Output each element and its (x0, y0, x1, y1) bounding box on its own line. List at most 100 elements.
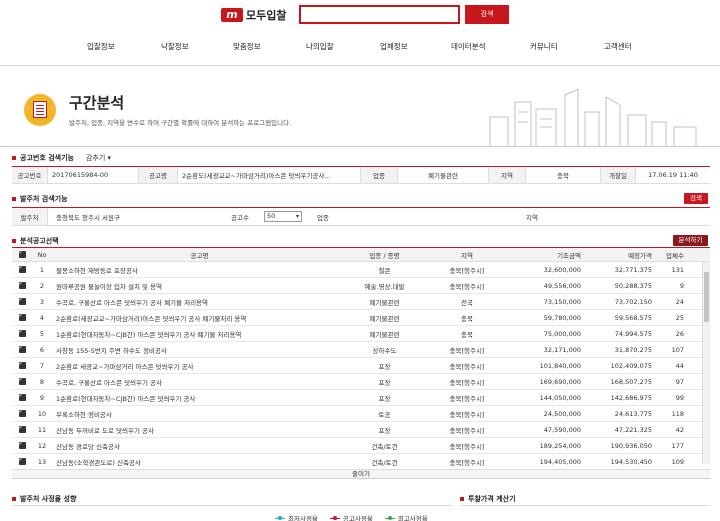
row-base-price: 24,500,000 (543, 409, 581, 418)
row-company-count: 25 (675, 313, 684, 322)
row-base-price: 144,050,000 (539, 393, 581, 402)
notice-no-label: 공고번호 (12, 167, 48, 183)
row-checkbox[interactable] (12, 266, 32, 274)
row-category: 폐기물관련 (369, 314, 400, 323)
row-category: 포장 (378, 378, 391, 387)
analyze-button[interactable]: 분석하기 (673, 235, 708, 246)
row-notice-name[interactable]: 1순환로(현대자동차~CJB간) 아스콘 덧씌우기 공사 폐기물 처리용역 (52, 329, 347, 339)
row-notice-name[interactable]: 산남동(소학경관도로) 신축공사 (52, 457, 347, 467)
row-base-price: 47,590,000 (543, 425, 581, 434)
orderer-search-heading: 발주처 검색기능 (12, 194, 68, 204)
row-base-price: 75,000,000 (543, 329, 581, 338)
row-checkbox[interactable] (12, 410, 32, 418)
select-all-checkbox[interactable] (12, 251, 32, 259)
row-notice-name[interactable]: 2순환로(세광교교~가마삼거리)아스콘 덧씌우기 공사 폐기물처리 용역 (52, 313, 347, 323)
table-row[interactable]: 11 산남동 두꺼비로 도로 덧씌우기 공사 포장 충북[청주시] 47,590,000… (12, 422, 710, 438)
count-select-value: 50 (267, 212, 276, 220)
open-date-value: 17.06.19 11:40 (648, 171, 698, 179)
category-value: 폐기물관련 (428, 172, 458, 180)
row-category: 폐기물관련 (369, 298, 400, 307)
count-select[interactable]: 50 (264, 211, 302, 222)
table-row[interactable]: 13 산남동(소학경관도로) 신축공사 건축/토건 충북[청주시] 194,405,00… (12, 454, 710, 470)
row-checkbox[interactable] (12, 346, 32, 354)
row-company-count: 177 (671, 441, 684, 450)
nav-item-award-info[interactable]: 낙찰정보 (161, 41, 189, 52)
row-notice-name[interactable]: 산남동 두꺼비로 도로 덧씌우기 공사 (52, 425, 347, 435)
nav-item-bid-info[interactable]: 입찰정보 (87, 41, 115, 52)
legend-notice-label: 공고사정율 (342, 515, 373, 521)
row-checkbox[interactable] (12, 314, 32, 322)
row-checkbox[interactable] (12, 298, 32, 306)
search-button[interactable]: 검색 (465, 5, 509, 24)
row-checkbox[interactable] (12, 362, 32, 370)
row-company-count: 97 (675, 377, 684, 386)
orderer-search-title: 발주처 검색기능 (20, 195, 68, 203)
checkbox-checked-icon (18, 362, 26, 369)
region-label: 지역 (488, 167, 526, 183)
row-company-count: 24 (675, 297, 684, 306)
nav-item-community[interactable]: 커뮤니티 (530, 41, 558, 52)
table-row[interactable]: 5 1순환로(현대자동차~CJB간) 아스콘 덧씌우기 공사 폐기물 처리용역 폐기… (12, 326, 710, 342)
notice-name-value[interactable]: 2순환도(세광교교~가마삼거리)아스콘 덧씌우기공사... (178, 167, 360, 183)
row-expected-price: 102,409,075 (610, 361, 652, 370)
notice-search-heading: 공고번호 검색기능 감추기 ▾ (12, 153, 111, 163)
selection-title: 분석공고선택 (20, 237, 59, 245)
table-row[interactable]: 4 2순환로(세광교교~가마삼거리)아스콘 덧씌우기 공사 폐기물처리 용역 폐기물… (12, 310, 710, 326)
row-notice-name[interactable]: 수곡로, 구룡산로 아스콘 덧씌우기 공사 (52, 377, 347, 387)
nav-item-data-analysis[interactable]: 데이터분석 (451, 41, 486, 52)
notice-info-row: 공고번호 20170615984-00 공고명 2순환도(세광교교~가마삼거리)… (12, 166, 710, 184)
table-row[interactable]: 1 팔봉소하천 재방동로 포장공사 철콘 충북[청주시] 32,600,000 32,77… (12, 262, 710, 278)
row-notice-name[interactable]: 팔봉소하천 재방동로 포장공사 (52, 265, 347, 275)
row-notice-name[interactable]: 산남동 경로당 신축공사 (52, 441, 347, 451)
row-notice-name[interactable]: 우록소하천 정비공사 (52, 409, 347, 419)
col-region: 지역 (461, 251, 473, 260)
row-company-count: 42 (675, 425, 684, 434)
checkbox-checked-icon (18, 394, 26, 401)
row-notice-name[interactable]: 사창동 155-5번지 주변 하수도 정비공사 (52, 345, 347, 355)
row-category: 포장 (378, 394, 391, 403)
orderer-search-button[interactable]: 검색 (684, 193, 708, 204)
hide-toggle[interactable]: 감추기 ▾ (86, 153, 111, 163)
selection-heading: 분석공고선택 (12, 236, 59, 246)
row-checkbox[interactable] (12, 442, 32, 450)
row-checkbox[interactable] (12, 394, 32, 402)
search-input[interactable] (299, 5, 460, 24)
table-row[interactable]: 7 2순환로 세광교~가마삼거리 아스콘 덧씌우기 공사 포장 충북[청주시] 101,… (12, 358, 710, 374)
nav-item-company-info[interactable]: 업체정보 (380, 41, 408, 52)
row-checkbox[interactable] (12, 378, 32, 386)
row-checkbox[interactable] (12, 458, 32, 466)
table-row[interactable]: 12 산남동 경로당 신축공사 건축/토건 충북[청주시] 189,254,000 190… (12, 438, 710, 454)
row-region: 전국 (461, 298, 473, 307)
nav-item-customer-center[interactable]: 고객센터 (604, 41, 632, 52)
orderer-value[interactable]: 충청북도 청주시 서원구 (48, 208, 220, 225)
bullet-icon (12, 156, 16, 160)
row-checkbox[interactable] (12, 330, 32, 338)
table-row[interactable]: 8 수곡로, 구룡산로 아스콘 덧씌우기 공사 포장 충북[청주시] 169,690,0… (12, 374, 710, 390)
table-row[interactable]: 9 1순환로(현대자동차~CJB간) 아스콘 덧씌우기 공사 포장 충북[청주시] 14… (12, 390, 710, 406)
row-checkbox[interactable] (12, 282, 32, 290)
notice-no-value[interactable]: 20170615984-00 (48, 167, 138, 183)
row-notice-name[interactable]: 2순환로 세광교~가마삼거리 아스콘 덧씌우기 공사 (52, 361, 347, 371)
row-company-count: 107 (671, 345, 684, 354)
nav-item-custom-info[interactable]: 맞춤정보 (233, 41, 261, 52)
col-no: No (37, 250, 47, 259)
orderer-region-input[interactable] (550, 208, 710, 225)
table-row[interactable]: 6 사창동 155-5번지 주변 하수도 정비공사 상하수도 충북[청주시] 32,17… (12, 342, 710, 358)
table-row[interactable]: 10 우록소하천 정비공사 토공 충북[청주시] 24,500,000 24,613,77… (12, 406, 710, 422)
row-expected-price: 24,613,775 (614, 409, 652, 418)
collapse-button[interactable]: 줄이기 (12, 469, 710, 479)
table-row[interactable]: 2 원마루공원 물놀이장 입차 설치 및 용역 예술.영상.대발 충북[청주시] 49,… (12, 278, 710, 294)
row-company-count: 26 (675, 329, 684, 338)
row-category: 철콘 (378, 266, 391, 275)
row-notice-name[interactable]: 수곡로, 구룡산로 아스콘 덧씌우기 공사 폐기물 처리용역 (52, 297, 347, 307)
row-notice-name[interactable]: 원마루공원 물놀이장 입차 설치 및 용역 (52, 281, 347, 291)
site-logo[interactable]: m 모두입찰 (221, 7, 286, 23)
checkbox-checked-icon (18, 330, 26, 337)
table-header: No 공고명 업종 / 종명 지역 기초금액 예정가격 업체수 (12, 248, 710, 262)
orderer-category-input[interactable] (334, 208, 514, 225)
row-checkbox[interactable] (12, 426, 32, 434)
nav-item-my-bid[interactable]: 나의입찰 (306, 41, 334, 52)
row-notice-name[interactable]: 1순환로(현대자동차~CJB간) 아스콘 덧씌우기 공사 (52, 393, 347, 403)
table-row[interactable]: 3 수곡로, 구룡산로 아스콘 덧씌우기 공사 폐기물 처리용역 폐기물관련 전국 73… (12, 294, 710, 310)
table-vertical-scrollbar[interactable] (702, 262, 710, 464)
